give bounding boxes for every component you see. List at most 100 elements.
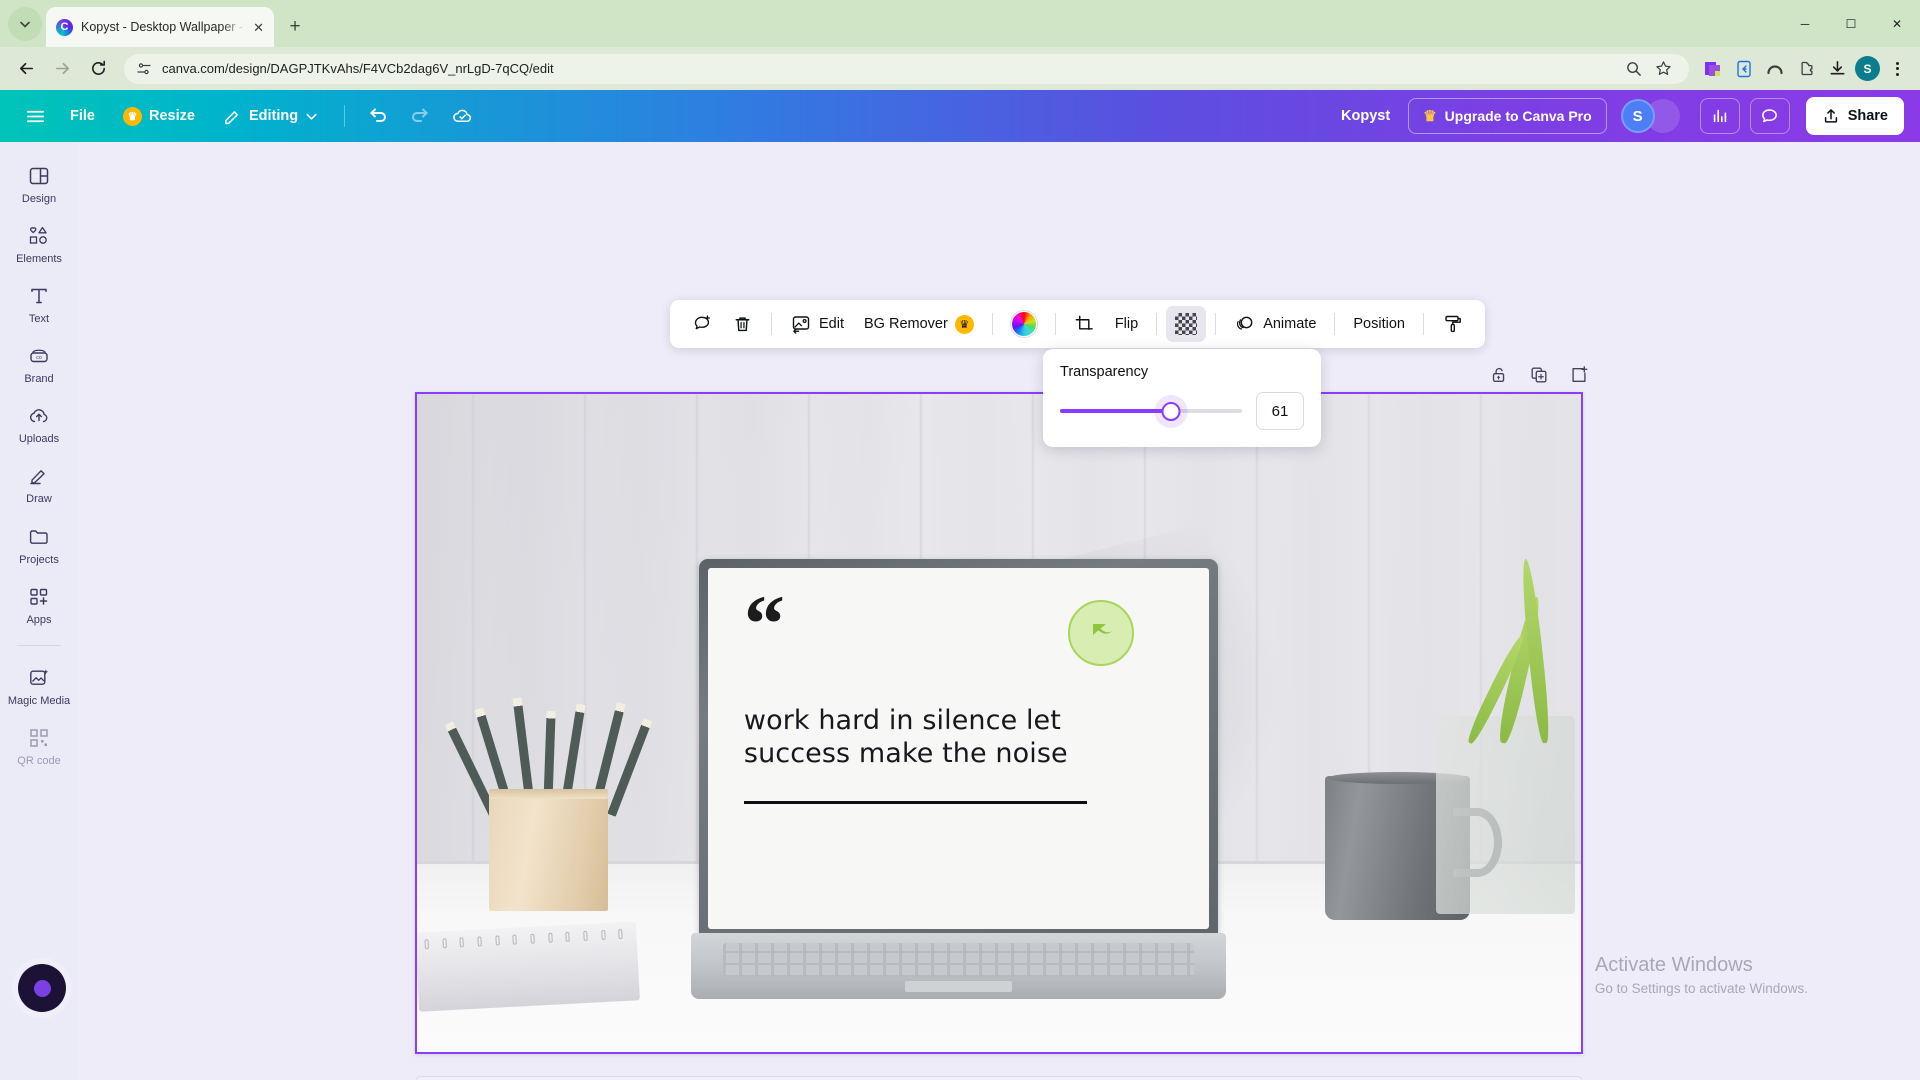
design-page[interactable]: “ work hard in silence let success make …	[415, 392, 1583, 1054]
browser-profile-avatar[interactable]: S	[1855, 56, 1880, 81]
laptop-base	[690, 933, 1226, 1000]
arrow-back-icon	[19, 62, 33, 75]
toolbar-divider	[1422, 313, 1424, 335]
animate-label: Animate	[1263, 316, 1317, 332]
toolbar-divider	[1215, 313, 1217, 335]
sidebar-item-projects[interactable]: Projects	[5, 517, 73, 571]
resize-button[interactable]: ♛ Resize	[111, 98, 207, 134]
add-page-icon[interactable]	[1568, 364, 1590, 386]
bg-remover-button[interactable]: BG Remover ♛	[855, 306, 983, 342]
redo-icon	[412, 108, 428, 122]
sidebar-item-qr-code[interactable]: QR code	[5, 718, 73, 772]
delete-button[interactable]	[723, 306, 762, 342]
cloud-saved-button[interactable]	[443, 97, 481, 135]
browser-tab[interactable]: C Kopyst - Desktop Wallpaper - C ✕	[46, 7, 274, 47]
quote-line-1: work hard in silence let	[743, 705, 1061, 737]
sidebar-item-draw[interactable]: Draw	[5, 456, 73, 510]
transparency-slider[interactable]	[1060, 400, 1242, 422]
editor-area: Edit BG Remover ♛ Flip Animate Position …	[78, 142, 1920, 1080]
flip-button[interactable]: Flip	[1106, 306, 1147, 342]
green-arrow-badge-icon	[1067, 600, 1134, 667]
bar-chart-icon	[1713, 109, 1726, 123]
position-button[interactable]: Position	[1344, 306, 1414, 342]
sidebar-item-label: Design	[21, 193, 57, 205]
site-settings-icon[interactable]	[136, 61, 152, 77]
file-label: File	[70, 108, 95, 124]
kebab-menu-icon[interactable]	[1884, 61, 1910, 76]
object-toolbar: Edit BG Remover ♛ Flip Animate Position	[670, 300, 1485, 348]
add-comment-button[interactable]	[682, 306, 721, 342]
comment-bubble-icon	[1762, 108, 1778, 122]
arc-extension-icon[interactable]	[1761, 55, 1789, 83]
toolbar-divider	[771, 313, 772, 335]
brand-kit-icon: co	[26, 343, 52, 369]
document-title[interactable]: Kopyst	[1341, 108, 1390, 124]
paint-roller-button[interactable]	[1433, 306, 1473, 342]
kopyst-extension-icon[interactable]	[1699, 55, 1727, 83]
back-button[interactable]	[10, 53, 42, 85]
file-menu-button[interactable]: File	[58, 98, 107, 134]
sidebar-item-apps[interactable]: Apps	[5, 577, 73, 631]
forward-button[interactable]	[46, 53, 78, 85]
close-window-button[interactable]: ✕	[1874, 0, 1920, 47]
color-button[interactable]	[1002, 306, 1046, 342]
address-bar[interactable]: canva.com/design/DAGPJTKvAhs/F4VCb2dag6V…	[124, 53, 1689, 84]
zoom-search-icon[interactable]	[1619, 55, 1647, 83]
avatar[interactable]: S	[1620, 99, 1655, 133]
sidebar-item-brand[interactable]: co Brand	[5, 336, 73, 390]
design-artwork: “ work hard in silence let success make …	[417, 394, 1581, 1052]
sidebar-item-label: Apps	[26, 613, 52, 626]
sidebar-item-label: Draw	[26, 493, 52, 506]
sidebar-item-text[interactable]: Text	[5, 276, 73, 330]
undo-button[interactable]	[359, 97, 397, 135]
transparency-value-input[interactable]: 61	[1256, 392, 1304, 430]
unlock-icon[interactable]	[1488, 364, 1510, 386]
duplicate-page-icon[interactable]	[1528, 364, 1550, 386]
sidebar-item-design[interactable]: Design	[5, 156, 73, 210]
reload-button[interactable]	[82, 53, 114, 85]
sidebar-item-elements[interactable]: Elements	[5, 216, 73, 270]
notebook	[417, 921, 641, 1012]
cloud-saved-icon	[452, 109, 471, 122]
minimize-button[interactable]: ─	[1782, 0, 1828, 47]
downloads-icon[interactable]	[1823, 55, 1851, 83]
redo-button[interactable]	[401, 97, 439, 135]
close-icon[interactable]: ✕	[253, 21, 264, 34]
new-tab-button[interactable]: +	[280, 12, 310, 42]
sidebar-item-label: QR code	[17, 754, 61, 767]
record-fab-icon[interactable]	[18, 964, 66, 1012]
transparency-button[interactable]	[1166, 306, 1207, 342]
quote-line-2: success make the noise	[743, 738, 1068, 770]
bookmark-manager-icon[interactable]	[1730, 55, 1758, 83]
sidebar-item-label: Elements	[16, 253, 62, 266]
editing-mode-button[interactable]: Editing	[211, 98, 330, 134]
sidebar-item-magic-media[interactable]: Magic Media	[5, 658, 73, 712]
sidebar-item-uploads[interactable]: Uploads	[5, 396, 73, 450]
browser-extensions	[1699, 55, 1851, 83]
edit-label: Edit	[819, 316, 844, 332]
share-button[interactable]: Share	[1805, 97, 1904, 135]
svg-text:co: co	[36, 355, 42, 361]
canva-header: File ♛ Resize Editing Kopyst ♛ Upgrade t…	[0, 90, 1920, 142]
puzzle-extensions-icon[interactable]	[1792, 55, 1820, 83]
sidebar-item-label: Text	[28, 313, 50, 326]
animate-button[interactable]: Animate	[1225, 306, 1325, 342]
maximize-button[interactable]: ☐	[1828, 0, 1874, 47]
edit-image-icon	[792, 316, 810, 334]
url-text: canva.com/design/DAGPJTKvAhs/F4VCb2dag6V…	[162, 61, 554, 76]
star-icon[interactable]	[1649, 55, 1677, 83]
apps-grid-icon	[26, 584, 52, 610]
comments-button[interactable]	[1749, 98, 1790, 134]
slider-handle[interactable]	[1161, 401, 1181, 421]
hamburger-menu-icon[interactable]	[16, 97, 54, 135]
add-page-button[interactable]: + Add page	[415, 1076, 1583, 1080]
upgrade-to-pro-button[interactable]: ♛ Upgrade to Canva Pro	[1408, 98, 1607, 134]
activate-windows-watermark: Activate Windows Go to Settings to activ…	[1595, 954, 1808, 996]
insights-button[interactable]	[1699, 98, 1740, 134]
crop-button[interactable]	[1065, 306, 1104, 342]
tab-search-button[interactable]	[8, 7, 42, 41]
sidebar-item-label: Magic Media	[7, 694, 71, 707]
quote-underline	[743, 801, 1087, 805]
laptop-screen: “ work hard in silence let success make …	[707, 567, 1209, 929]
edit-image-button[interactable]: Edit	[781, 306, 853, 342]
